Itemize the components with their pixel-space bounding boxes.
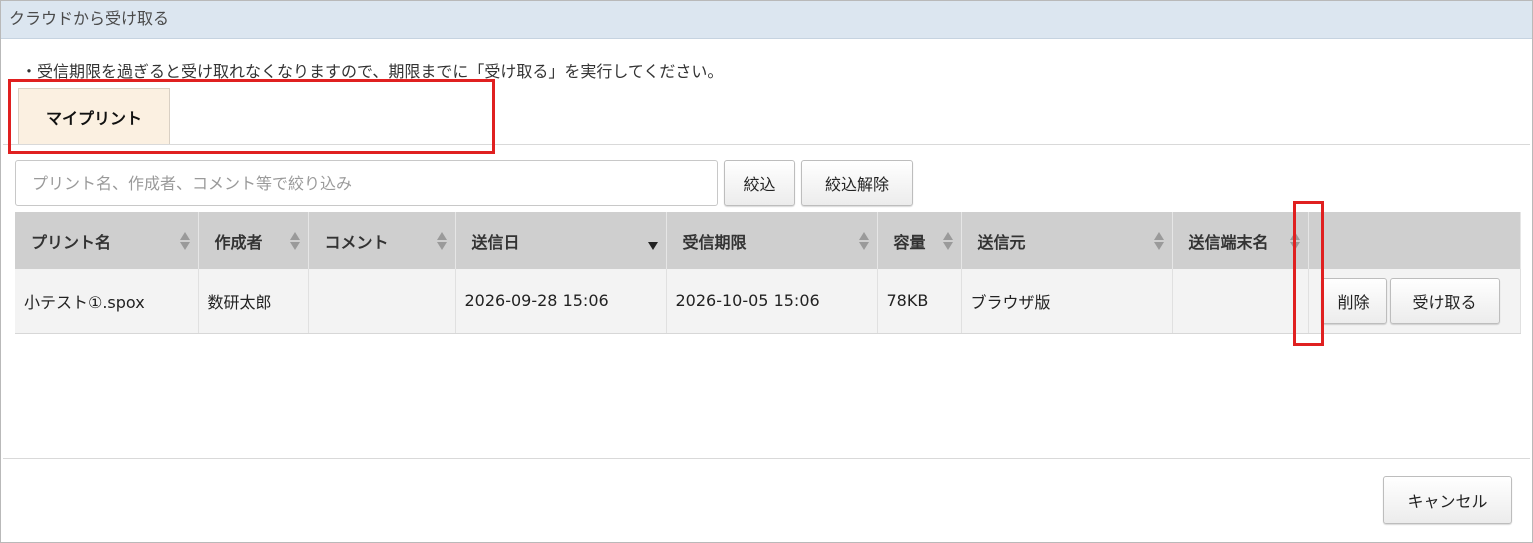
column-header-expiry[interactable]: 受信期限 [666, 212, 878, 269]
cell-device [1172, 269, 1309, 334]
cell-author: 数研太郎 [198, 269, 309, 334]
filter-button[interactable]: 絞込 [724, 160, 795, 206]
receive-button[interactable]: 受け取る [1389, 278, 1500, 324]
cell-sent-date: 2026-09-28 15:06 [455, 269, 667, 334]
sort-icon[interactable] [436, 230, 447, 252]
column-header-sent-date[interactable]: 送信日 [455, 212, 667, 269]
sort-icon[interactable] [289, 230, 300, 252]
column-header-label: 送信日 [471, 232, 520, 252]
highlight-box-action-column [1293, 201, 1324, 346]
sort-icon[interactable] [942, 230, 953, 252]
column-header-comment[interactable]: コメント [308, 212, 456, 269]
cell-source: ブラウザ版 [961, 269, 1173, 334]
sort-icon[interactable] [858, 230, 869, 252]
sort-icon[interactable] [179, 230, 190, 252]
sort-desc-icon[interactable] [647, 230, 658, 252]
cell-print-name: 小テスト①.spox [15, 269, 199, 334]
filter-search-input[interactable] [15, 160, 718, 206]
cell-expiry: 2026-10-05 15:06 [666, 269, 878, 334]
cell-comment [308, 269, 456, 334]
column-header-label: 容量 [893, 232, 926, 252]
column-header-label: コメント [324, 232, 389, 252]
cell-size: 78KB [877, 269, 962, 334]
column-header-label: 受信期限 [682, 232, 747, 252]
column-header-label: 作成者 [214, 232, 263, 252]
column-header-author[interactable]: 作成者 [198, 212, 309, 269]
cell-actions: 削除 受け取る [1308, 269, 1521, 334]
column-header-source[interactable]: 送信元 [961, 212, 1173, 269]
column-header-device[interactable]: 送信端末名 [1172, 212, 1309, 269]
clear-filter-button[interactable]: 絞込解除 [801, 160, 913, 206]
dialog-title: クラウドから受け取る [1, 1, 1532, 39]
column-header-size[interactable]: 容量 [877, 212, 962, 269]
footer-divider [3, 458, 1530, 459]
receive-from-cloud-dialog: クラウドから受け取る ・受信期限を過ぎると受け取れなくなりますので、期限までに「… [0, 0, 1533, 543]
column-header-actions [1308, 212, 1521, 269]
column-header-label: プリント名 [31, 232, 112, 252]
column-header-print-name[interactable]: プリント名 [15, 212, 199, 269]
sort-icon[interactable] [1153, 230, 1164, 252]
cancel-button[interactable]: キャンセル [1383, 476, 1512, 524]
highlight-box-tab [8, 79, 495, 154]
column-header-label: 送信元 [977, 232, 1026, 252]
column-header-label: 送信端末名 [1188, 232, 1269, 252]
delete-button[interactable]: 削除 [1320, 278, 1387, 324]
